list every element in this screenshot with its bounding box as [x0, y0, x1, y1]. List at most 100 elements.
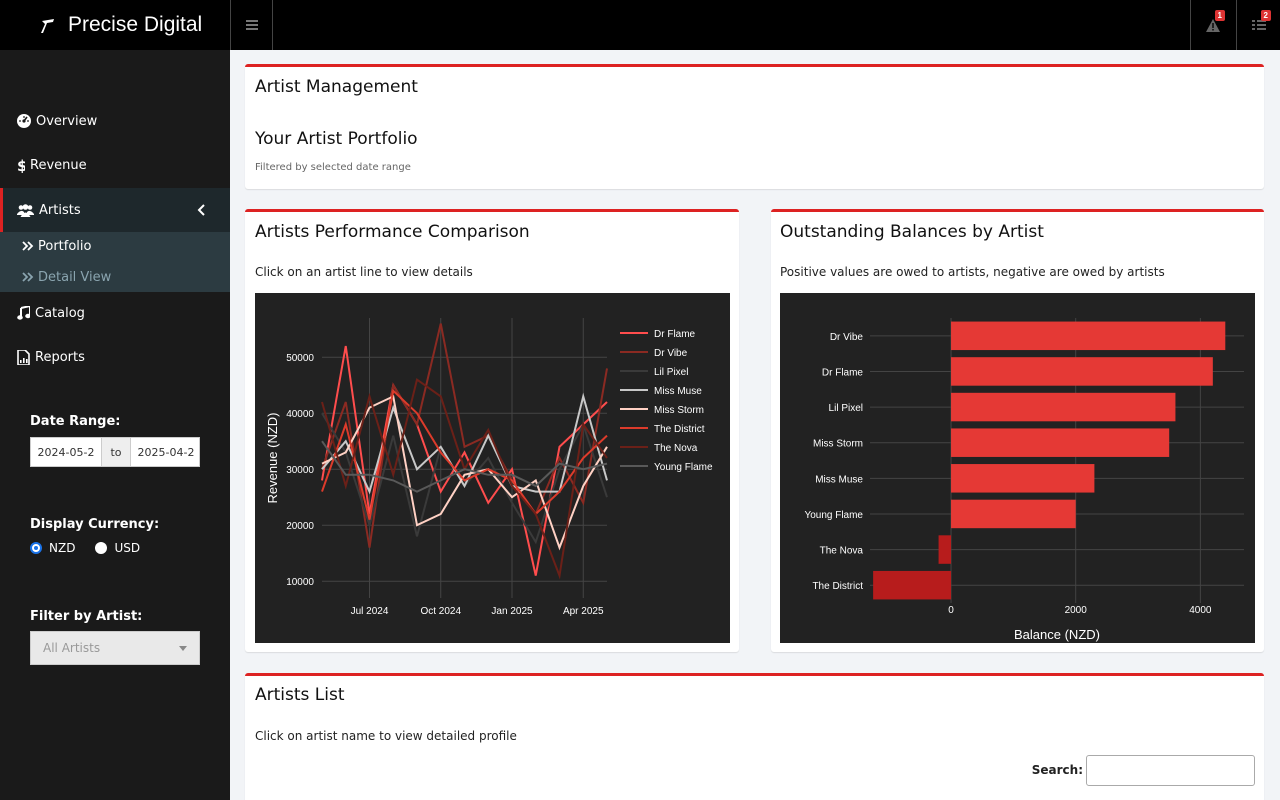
- chevron-left-icon: [197, 204, 205, 216]
- usd-radio[interactable]: [95, 542, 108, 554]
- x-tick-label: 2000: [1065, 605, 1088, 616]
- sidebar-item-label: Catalog: [35, 305, 85, 321]
- date-range-label: Date Range:: [30, 414, 121, 429]
- balance-bar[interactable]: [951, 392, 1176, 422]
- sidebar-item-label: Artists: [39, 202, 81, 218]
- currency-radio-group: NZD USD: [30, 541, 140, 555]
- alerts-button[interactable]: 1: [1190, 0, 1235, 50]
- series-line[interactable]: [321, 388, 608, 520]
- page-title: Artist Management: [255, 77, 418, 97]
- date-range-input: 2024-05-2 to 2025-04-2: [30, 437, 200, 467]
- category-label: Dr Flame: [822, 367, 864, 378]
- artist-filter-select[interactable]: All Artists: [30, 631, 200, 665]
- x-tick-label: Jan 2025: [491, 606, 533, 617]
- currency-label: Display Currency:: [30, 517, 160, 532]
- balance-bar[interactable]: [951, 499, 1076, 529]
- artist-filter-value: All Artists: [43, 641, 101, 655]
- svg-text:$: $: [17, 158, 25, 173]
- dashboard-icon: [17, 114, 31, 128]
- x-axis-label: Balance (NZD): [1014, 627, 1100, 642]
- category-label: Lil Pixel: [829, 403, 863, 414]
- caret-down-icon: [179, 646, 187, 651]
- category-label: Dr Vibe: [830, 332, 864, 343]
- x-tick-label: Apr 2025: [563, 606, 604, 617]
- dollar-icon: $: [17, 158, 25, 173]
- balances-chart[interactable]: 0 2000 4000 Dr Vibe Dr Flame Lil Pixel Miss St…: [780, 293, 1255, 643]
- top-navbar: Precise Digital 1 2: [0, 0, 1280, 50]
- artists-list-title: Artists List: [255, 685, 345, 705]
- legend-label[interactable]: Miss Storm: [654, 405, 704, 416]
- balance-bar[interactable]: [951, 464, 1095, 493]
- sidebar-item-catalog[interactable]: Catalog: [0, 291, 230, 335]
- legend-label[interactable]: The Nova: [654, 443, 698, 454]
- legend-label[interactable]: Young Flame: [654, 462, 713, 473]
- sidebar-item-overview[interactable]: Overview: [0, 99, 230, 143]
- end-date-input[interactable]: 2025-04-2: [131, 438, 201, 466]
- sidebar-item-label: Revenue: [30, 157, 87, 173]
- artists-submenu: Portfolio Detail View: [0, 232, 230, 292]
- performance-chart[interactable]: 10000 20000 30000 40000 50000 Jul 2024 Oct 202…: [255, 293, 730, 643]
- legend-label[interactable]: Miss Muse: [654, 386, 702, 397]
- performance-box: Artists Performance Comparison Click on …: [245, 209, 739, 652]
- tasks-button[interactable]: 2: [1236, 0, 1280, 50]
- brand-name: Precise Digital: [68, 13, 203, 36]
- sidebar-item-label: Overview: [36, 113, 98, 129]
- submenu-item-detail-view[interactable]: Detail View: [22, 267, 111, 287]
- double-chevron-right-icon: [22, 241, 34, 251]
- users-icon: [17, 203, 34, 217]
- performance-subtitle: Click on an artist line to view details: [255, 265, 473, 279]
- sidebar-item-revenue[interactable]: $ Revenue: [0, 143, 230, 187]
- y-tick-label: 20000: [286, 521, 314, 532]
- sidebar-item-artists[interactable]: Artists: [0, 188, 230, 232]
- start-date-input[interactable]: 2024-05-2: [31, 438, 101, 466]
- category-label: Miss Muse: [815, 474, 863, 485]
- nzd-radio[interactable]: [30, 542, 42, 554]
- y-tick-label: 40000: [286, 409, 314, 420]
- performance-title: Artists Performance Comparison: [255, 222, 530, 242]
- usd-label: USD: [114, 541, 141, 555]
- submenu-item-portfolio[interactable]: Portfolio: [22, 236, 91, 256]
- bar-chart[interactable]: 0 2000 4000 Dr Vibe Dr Flame Lil Pixel Miss St…: [780, 293, 1255, 643]
- date-range-separator: to: [101, 438, 131, 466]
- submenu-item-label: Detail View: [38, 269, 112, 285]
- artists-list-subtitle: Click on artist name to view detailed pr…: [255, 729, 517, 743]
- balance-bar[interactable]: [951, 321, 1226, 351]
- search-input[interactable]: [1086, 755, 1255, 786]
- balance-bar[interactable]: [873, 570, 952, 600]
- balance-bar[interactable]: [938, 535, 952, 564]
- balances-subtitle: Positive values are owed to artists, neg…: [780, 265, 1165, 279]
- menu-icon: [245, 20, 258, 30]
- file-chart-icon: [17, 349, 30, 365]
- category-label: The Nova: [820, 546, 864, 557]
- legend-label[interactable]: The District: [654, 424, 705, 435]
- search-label: Search:: [1031, 763, 1083, 777]
- y-tick-label: 50000: [286, 353, 314, 364]
- sidebar: Overview $ Revenue Artists Portfolio Det…: [0, 50, 230, 800]
- artist-filter-label: Filter by Artist:: [30, 609, 143, 624]
- x-tick-label: Jul 2024: [351, 606, 389, 617]
- sidebar-toggle-button[interactable]: [230, 0, 273, 50]
- sidebar-item-reports[interactable]: Reports: [0, 335, 230, 379]
- y-axis-label: Revenue (NZD): [265, 412, 280, 503]
- artist-management-box: Artist Management Your Artist Portfolio …: [245, 64, 1264, 189]
- alerts-badge: 1: [1214, 10, 1225, 21]
- y-tick-label: 30000: [286, 465, 314, 476]
- portfolio-heading: Your Artist Portfolio: [255, 129, 418, 149]
- brand-logo[interactable]: Precise Digital: [0, 0, 230, 50]
- balances-title: Outstanding Balances by Artist: [780, 222, 1044, 242]
- legend-label[interactable]: Dr Vibe: [654, 348, 688, 359]
- submenu-item-label: Portfolio: [38, 238, 92, 254]
- tasks-badge: 2: [1260, 10, 1271, 21]
- legend-label[interactable]: Lil Pixel: [654, 367, 688, 378]
- line-chart[interactable]: 10000 20000 30000 40000 50000 Jul 2024 Oct 202…: [255, 293, 730, 643]
- category-label: Young Flame: [804, 510, 863, 521]
- category-label: The District: [812, 581, 863, 592]
- nzd-label: NZD: [49, 541, 76, 555]
- balance-bar[interactable]: [951, 428, 1170, 457]
- x-tick-label: Oct 2024: [420, 606, 461, 617]
- artists-list-box: Artists List Click on artist name to vie…: [245, 673, 1264, 800]
- balance-bar[interactable]: [951, 357, 1213, 386]
- filter-note: Filtered by selected date range: [255, 162, 411, 173]
- x-tick-label: 0: [948, 605, 954, 616]
- legend-label[interactable]: Dr Flame: [654, 329, 696, 340]
